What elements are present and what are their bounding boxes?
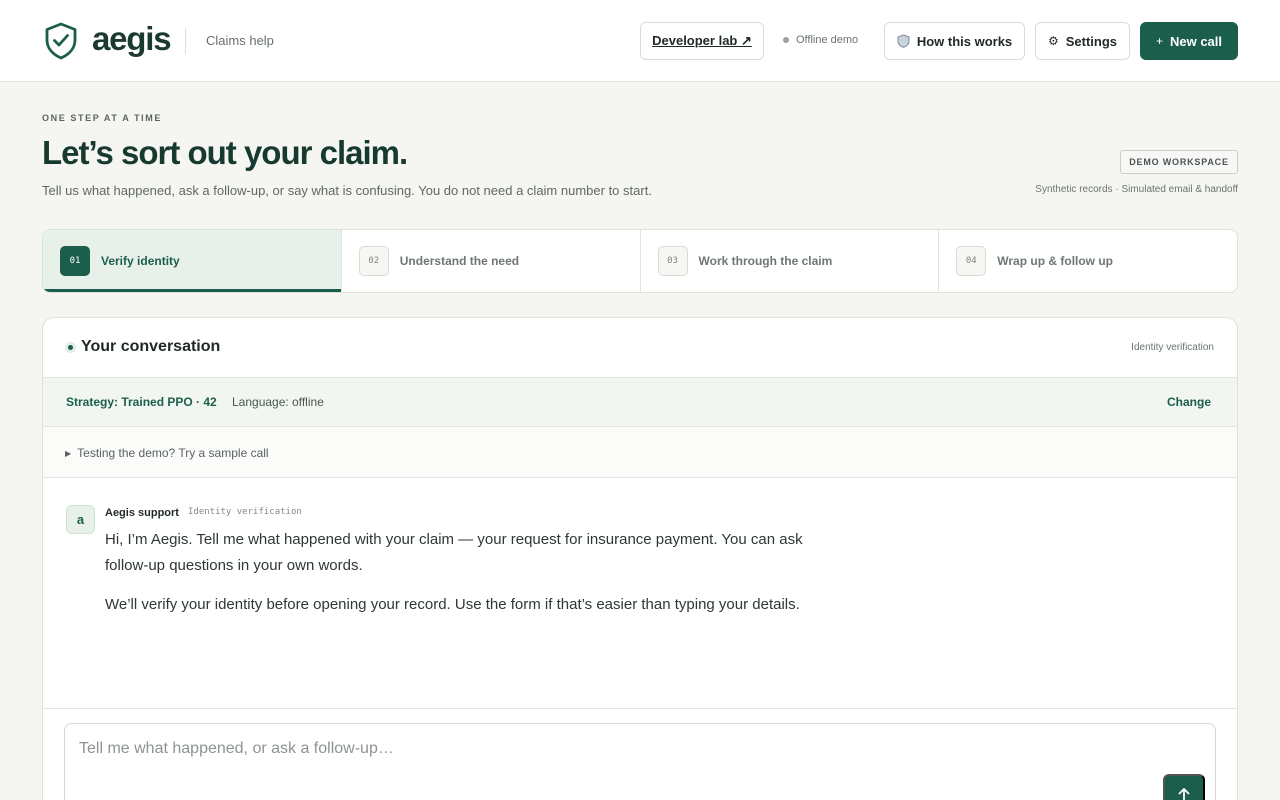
step-work-through-claim[interactable]: 03 Work through the claim — [641, 230, 940, 292]
how-this-works-label: How this works — [916, 33, 1013, 49]
step-label: Wrap up & follow up — [997, 254, 1114, 268]
message-paragraph: We’ll verify your identity before openin… — [105, 596, 800, 613]
message-input[interactable] — [65, 724, 1215, 800]
composer-area — [43, 709, 1237, 800]
send-button[interactable] — [1163, 774, 1205, 800]
new-call-button[interactable]: + New call — [1140, 22, 1238, 60]
sample-call-disclosure[interactable]: ▶ Testing the demo? Try a sample call — [43, 427, 1237, 478]
strategy-bar: Strategy: Trained PPO · 42 Language: off… — [43, 378, 1237, 427]
eyebrow-text: ONE STEP AT A TIME — [42, 113, 162, 123]
step-label: Verify identity — [101, 254, 180, 268]
conversation-panel: Your conversation Identity verification … — [42, 317, 1238, 800]
settings-label: Settings — [1065, 33, 1118, 49]
step-number: 02 — [358, 246, 389, 276]
brand-subtitle: Claims help — [206, 33, 274, 48]
step-label: Work through the claim — [698, 254, 833, 268]
message-sender: Aegis support — [105, 507, 179, 519]
plus-icon: + — [1155, 34, 1163, 48]
conversation-header: Your conversation Identity verification — [43, 318, 1237, 378]
logo-divider — [185, 28, 186, 54]
page-title: Let’s sort out your claim. — [42, 134, 408, 171]
language-label: Language: offline — [232, 395, 324, 409]
disclosure-triangle-icon: ▶ — [65, 448, 72, 458]
offline-status-label: Offline demo — [796, 34, 859, 46]
page-subtitle: Tell us what happened, ask a follow-up, … — [42, 183, 652, 198]
arrow-up-icon — [1178, 788, 1190, 800]
shield-icon — [897, 34, 910, 48]
gear-icon: ⚙ — [1047, 34, 1059, 48]
top-bar: aegis Claims help Developer lab ↗ Offlin… — [0, 0, 1280, 82]
sample-call-toggle[interactable]: ▶ Testing the demo? Try a sample call — [65, 446, 269, 460]
brand-name[interactable]: aegis — [92, 20, 172, 58]
step-number: 04 — [956, 246, 987, 276]
composer — [64, 723, 1216, 800]
demo-workspace-badge: DEMO WORKSPACE — [1120, 150, 1238, 174]
step-verify-identity[interactable]: 01 Verify identity — [43, 230, 342, 292]
sample-call-label: Testing the demo? Try a sample call — [77, 446, 269, 460]
how-this-works-button[interactable]: How this works — [884, 22, 1025, 60]
message-list: a Aegis support Identity verification Hi… — [43, 478, 1237, 709]
step-number: 03 — [657, 246, 688, 276]
new-call-label: New call — [1169, 33, 1223, 49]
live-indicator-icon — [65, 342, 76, 353]
status-dot-icon — [783, 37, 789, 43]
developer-lab-label: Developer lab ↗ — [652, 33, 752, 48]
message-paragraph: Hi, I’m Aegis. Tell me what happened wit… — [105, 531, 803, 574]
offline-status: Offline demo — [783, 34, 858, 46]
message-stage-tag: Identity verification — [188, 507, 302, 517]
demo-note: Synthetic records · Simulated email & ha… — [1035, 184, 1238, 195]
step-label: Understand the need — [399, 254, 520, 268]
avatar: a — [66, 505, 95, 534]
step-understand-need[interactable]: 02 Understand the need — [342, 230, 641, 292]
shield-check-logo-icon — [45, 22, 77, 60]
settings-button[interactable]: ⚙ Settings — [1035, 22, 1130, 60]
change-strategy-link[interactable]: Change — [1167, 395, 1211, 409]
conversation-stage-tag: Identity verification — [1131, 342, 1214, 353]
step-number: 01 — [60, 246, 90, 276]
step-wrap-up[interactable]: 04 Wrap up & follow up — [939, 230, 1237, 292]
progress-steps: 01 Verify identity 02 Understand the nee… — [42, 229, 1238, 293]
strategy-label: Strategy: Trained PPO · 42 — [66, 395, 217, 409]
developer-lab-button[interactable]: Developer lab ↗ — [640, 22, 764, 60]
conversation-title: Your conversation — [81, 338, 221, 355]
